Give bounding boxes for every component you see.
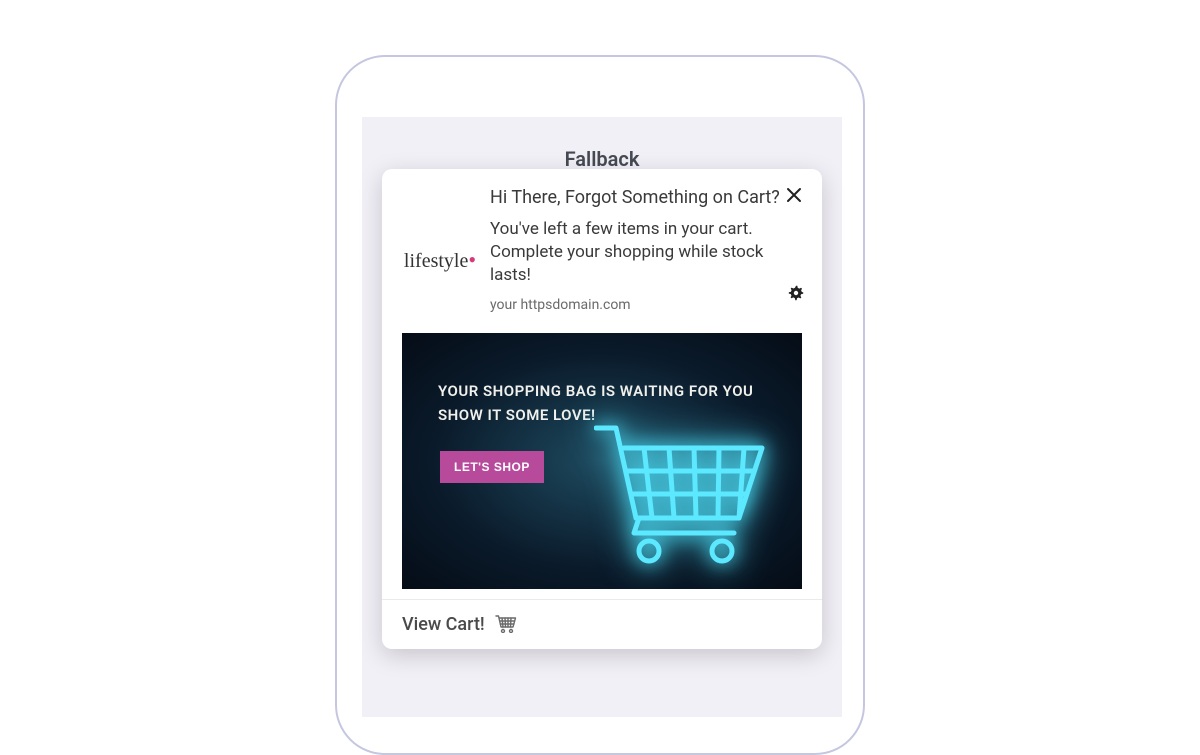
notification-domain: your httpsdomain.com: [490, 297, 784, 313]
view-cart-label: View Cart!: [402, 614, 485, 635]
fallback-label: Fallback: [362, 147, 842, 171]
lets-shop-button[interactable]: LET'S SHOP: [440, 451, 544, 483]
notification-title: Hi There, Forgot Something on Cart?: [490, 187, 784, 208]
device-screen: Fallback lifestyle• Hi There, Forgot Som…: [362, 117, 842, 717]
cart-icon: [495, 615, 517, 633]
brand-logo-text: lifestyle•: [404, 247, 476, 273]
action-bar[interactable]: View Cart!: [382, 599, 822, 649]
shopping-cart-icon: [594, 423, 774, 573]
hero-line-1: YOUR SHOPPING BAG IS WAITING FOR YOU: [438, 379, 766, 403]
notification-content: Hi There, Forgot Something on Cart? You'…: [480, 187, 804, 313]
notification-card: lifestyle• Hi There, Forgot Something on…: [382, 169, 822, 649]
device-frame: Fallback lifestyle• Hi There, Forgot Som…: [335, 55, 865, 755]
gear-icon[interactable]: [788, 285, 806, 303]
close-icon[interactable]: [786, 187, 806, 207]
hero-banner: YOUR SHOPPING BAG IS WAITING FOR YOU SHO…: [402, 333, 802, 589]
brand-logo: lifestyle•: [400, 187, 480, 313]
notification-body: You've left a few items in your cart. Co…: [490, 218, 784, 287]
notification-header: lifestyle• Hi There, Forgot Something on…: [382, 169, 822, 323]
hero-text: YOUR SHOPPING BAG IS WAITING FOR YOU SHO…: [438, 379, 766, 427]
